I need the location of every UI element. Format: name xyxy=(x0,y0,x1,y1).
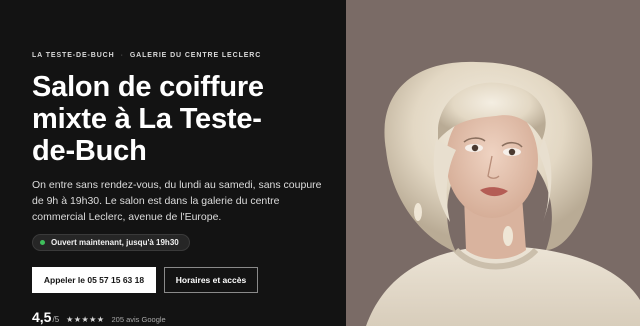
hero-description: On entre sans rendez-vous, du lundi au s… xyxy=(32,179,322,223)
hero-photo xyxy=(346,0,640,326)
page-title: Salon de coiffure mixte à La Teste-de-Bu… xyxy=(32,71,264,167)
breadcrumb-venue: Galerie du Centre Leclerc xyxy=(129,52,262,59)
hero-content: La Teste-de-Buch · Galerie du Centre Lec… xyxy=(0,0,346,326)
breadcrumb-separator: · xyxy=(120,52,124,59)
model-portrait-image xyxy=(346,0,640,326)
star-icons: ★★★★★ xyxy=(66,315,105,324)
rating-out-of: /5 xyxy=(52,315,60,324)
status-dot-icon xyxy=(40,240,45,245)
rating-reviews[interactable]: 205 avis Google xyxy=(112,315,166,324)
status-text: Ouvert maintenant, jusqu'à 19h30 xyxy=(51,238,179,247)
status-badge: Ouvert maintenant, jusqu'à 19h30 xyxy=(32,234,190,251)
hours-button[interactable]: Horaires et accès xyxy=(164,267,258,293)
breadcrumb-location: La Teste-de-Buch xyxy=(32,52,115,59)
call-button[interactable]: Appeler le 05 57 15 63 18 xyxy=(32,267,156,293)
hero-section: La Teste-de-Buch · Galerie du Centre Lec… xyxy=(0,0,640,326)
hero-actions: Appeler le 05 57 15 63 18 Horaires et ac… xyxy=(32,267,346,293)
rating: 4,5 /5 ★★★★★ 205 avis Google xyxy=(32,309,346,325)
breadcrumb: La Teste-de-Buch · Galerie du Centre Lec… xyxy=(32,52,346,59)
rating-score: 4,5 xyxy=(32,309,52,325)
